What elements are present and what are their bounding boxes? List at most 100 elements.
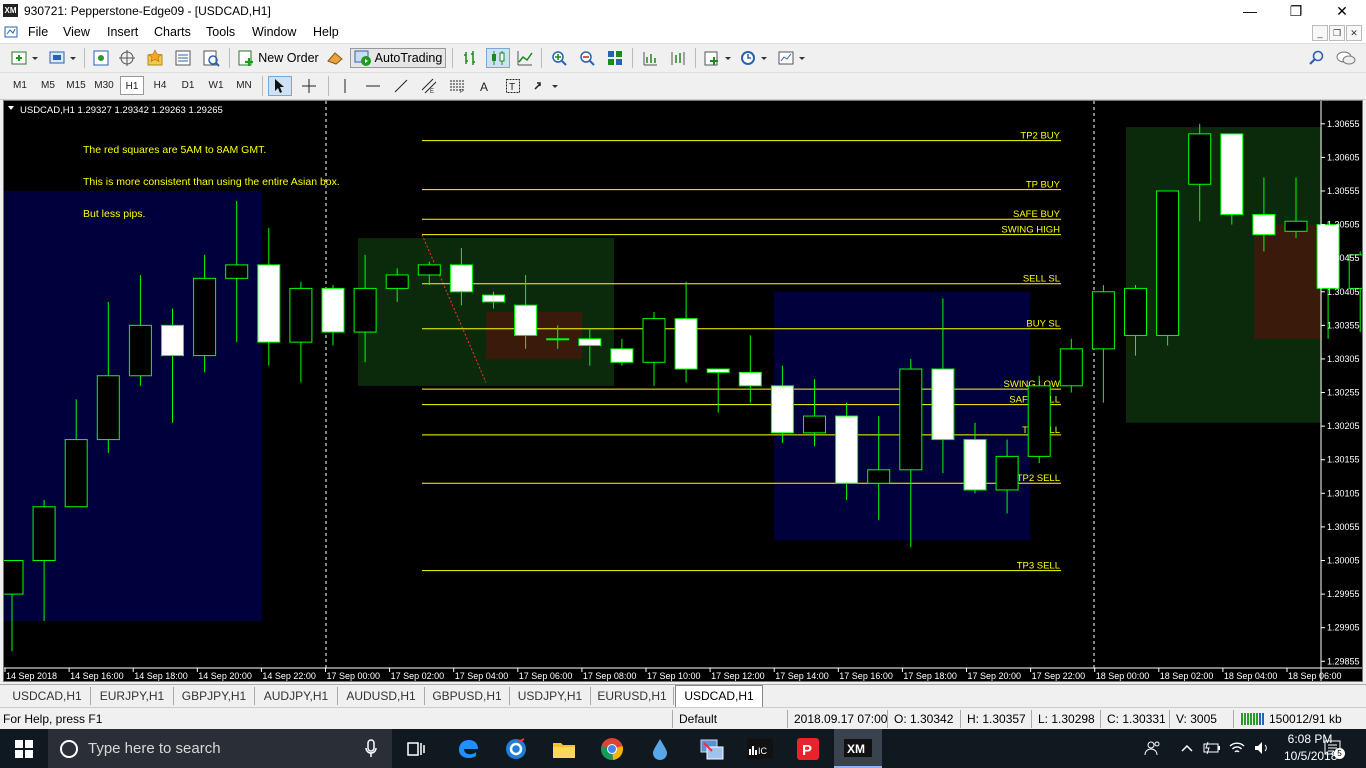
volume-icon[interactable] — [1253, 740, 1271, 756]
candle-body — [770, 385, 794, 434]
chart-tab-audusd[interactable]: AUDUSD,H1 — [338, 687, 425, 705]
network-app-button[interactable] — [688, 729, 736, 768]
data-window-button[interactable] — [116, 48, 138, 68]
new-chart-button[interactable] — [8, 48, 40, 68]
xm-terminal-button[interactable]: XM — [834, 729, 882, 768]
chart-shift-button[interactable] — [667, 48, 689, 68]
chat-button[interactable] — [1334, 48, 1358, 68]
chevron-up-icon[interactable] — [1180, 741, 1194, 755]
periods-button[interactable] — [738, 48, 770, 68]
expert-advisors-button[interactable] — [324, 48, 346, 68]
droplet-app-button[interactable] — [636, 729, 684, 768]
timeframe-m5[interactable]: M5 — [36, 76, 60, 95]
pepperstone-icon: P — [797, 737, 819, 760]
mdi-close-button[interactable]: ✕ — [1346, 25, 1362, 41]
chart-tab-gbpusd[interactable]: GBPUSD,H1 — [425, 687, 510, 705]
terminal-button[interactable] — [172, 48, 194, 68]
menu-window[interactable]: Window — [252, 25, 296, 39]
battery-icon[interactable] — [1203, 740, 1221, 756]
chart-menu-triangle-icon[interactable] — [8, 106, 14, 110]
zoom-in-button[interactable] — [548, 48, 570, 68]
price-chart[interactable]: TP2 BUY TP BUY SAFE BUY SWING HIGH SELL SL BU… — [4, 101, 1362, 681]
svg-text:IC: IC — [758, 746, 768, 756]
people-icon[interactable] — [1144, 739, 1162, 757]
menu-insert[interactable]: Insert — [107, 25, 138, 39]
wifi-icon[interactable] — [1228, 740, 1246, 756]
timeframe-m15[interactable]: M15 — [64, 76, 88, 95]
time-tick-label: 17 Sep 20:00 — [968, 671, 1022, 681]
hat-icon — [327, 52, 343, 65]
line-chart-button[interactable] — [514, 48, 536, 68]
document-icon — [4, 26, 18, 38]
profiles-button[interactable] — [46, 48, 78, 68]
timeframe-h4[interactable]: H4 — [148, 76, 172, 95]
cursor-button[interactable] — [268, 76, 292, 96]
task-view-button[interactable] — [392, 729, 440, 768]
arrows-button[interactable] — [530, 76, 562, 96]
timeframe-d1[interactable]: D1 — [176, 76, 200, 95]
fibonacci-button[interactable]: F — [446, 76, 468, 96]
chart-tab-usdjpy[interactable]: USDJPY,H1 — [510, 687, 591, 705]
minimize-button[interactable]: — — [1227, 0, 1273, 22]
timeframe-mn[interactable]: MN — [232, 76, 256, 95]
mdi-restore-button[interactable]: ❐ — [1329, 25, 1345, 41]
menu-help[interactable]: Help — [313, 25, 339, 39]
edge-browser-button[interactable] — [444, 729, 492, 768]
text-label-button[interactable]: T — [502, 76, 524, 96]
templates-button[interactable] — [776, 48, 808, 68]
indicators-button[interactable] — [702, 48, 734, 68]
autotrading-button[interactable]: AutoTrading — [350, 48, 446, 68]
tile-windows-button[interactable] — [604, 48, 626, 68]
menu-tools[interactable]: Tools — [206, 25, 235, 39]
status-datetime: 2018.09.17 07:00 — [794, 712, 888, 726]
terminal-icon — [175, 50, 191, 66]
chart-tab-usdcad[interactable]: USDCAD,H1 — [4, 687, 91, 705]
menu-file[interactable]: File — [28, 25, 48, 39]
horizontal-line-button[interactable] — [362, 76, 384, 96]
cursor-arrow-icon — [275, 79, 284, 93]
pepperstone-button[interactable]: P — [784, 729, 832, 768]
file-explorer-button[interactable] — [540, 729, 588, 768]
menu-charts[interactable]: Charts — [154, 25, 191, 39]
market-watch-icon — [93, 50, 109, 66]
crosshair-button[interactable] — [298, 76, 320, 96]
maximize-button[interactable]: ❐ — [1273, 0, 1319, 22]
navigator-button[interactable] — [144, 48, 166, 68]
strategy-tester-button[interactable] — [200, 48, 222, 68]
notifications-button[interactable]: 5 — [1324, 740, 1345, 759]
vertical-line-button[interactable] — [334, 76, 356, 96]
candlestick-chart-button[interactable] — [486, 48, 510, 68]
chart-tab-audjpy[interactable]: AUDJPY,H1 — [255, 687, 338, 705]
new-order-button[interactable]: New Order — [236, 48, 320, 68]
text-button[interactable]: A — [474, 76, 496, 96]
ccleaner-button[interactable] — [492, 729, 540, 768]
timeframe-m1[interactable]: M1 — [8, 76, 32, 95]
zoom-out-button[interactable] — [576, 48, 598, 68]
chart-tab-usdcad-active[interactable]: USDCAD,H1 — [675, 685, 763, 707]
trendline-button[interactable] — [390, 76, 412, 96]
timeframe-h1[interactable]: H1 — [120, 76, 144, 95]
mdi-minimize-button[interactable]: _ — [1312, 25, 1328, 41]
chart-tab-gbpjpy[interactable]: GBPJPY,H1 — [174, 687, 255, 705]
icmarkets-button[interactable]: IC — [736, 729, 784, 768]
close-button[interactable]: ✕ — [1319, 0, 1365, 22]
menu-view[interactable]: View — [63, 25, 90, 39]
chrome-button[interactable] — [588, 729, 636, 768]
candle-body — [1220, 133, 1244, 215]
icmarkets-icon: IC — [747, 738, 773, 759]
timeframe-w1[interactable]: W1 — [204, 76, 228, 95]
bar-chart-button[interactable] — [459, 48, 481, 68]
timeframe-m30[interactable]: M30 — [92, 76, 116, 95]
start-button[interactable] — [0, 729, 48, 768]
search-button[interactable] — [1306, 48, 1328, 68]
channel-button[interactable]: E — [418, 76, 440, 96]
chart-tab-eurjpy[interactable]: EURJPY,H1 — [91, 687, 174, 705]
task-view-icon — [407, 741, 425, 756]
level-label: BUY SL — [1026, 319, 1060, 330]
time-tick-label: 18 Sep 00:00 — [1096, 671, 1150, 681]
market-watch-button[interactable] — [90, 48, 112, 68]
chart-window[interactable]: TP2 BUY TP BUY SAFE BUY SWING HIGH SELL SL BU… — [3, 100, 1363, 682]
taskbar-search-box[interactable]: Type here to search — [48, 729, 392, 768]
chart-tab-eurusd[interactable]: EURUSD,H1 — [591, 687, 674, 705]
auto-scroll-button[interactable] — [639, 48, 661, 68]
